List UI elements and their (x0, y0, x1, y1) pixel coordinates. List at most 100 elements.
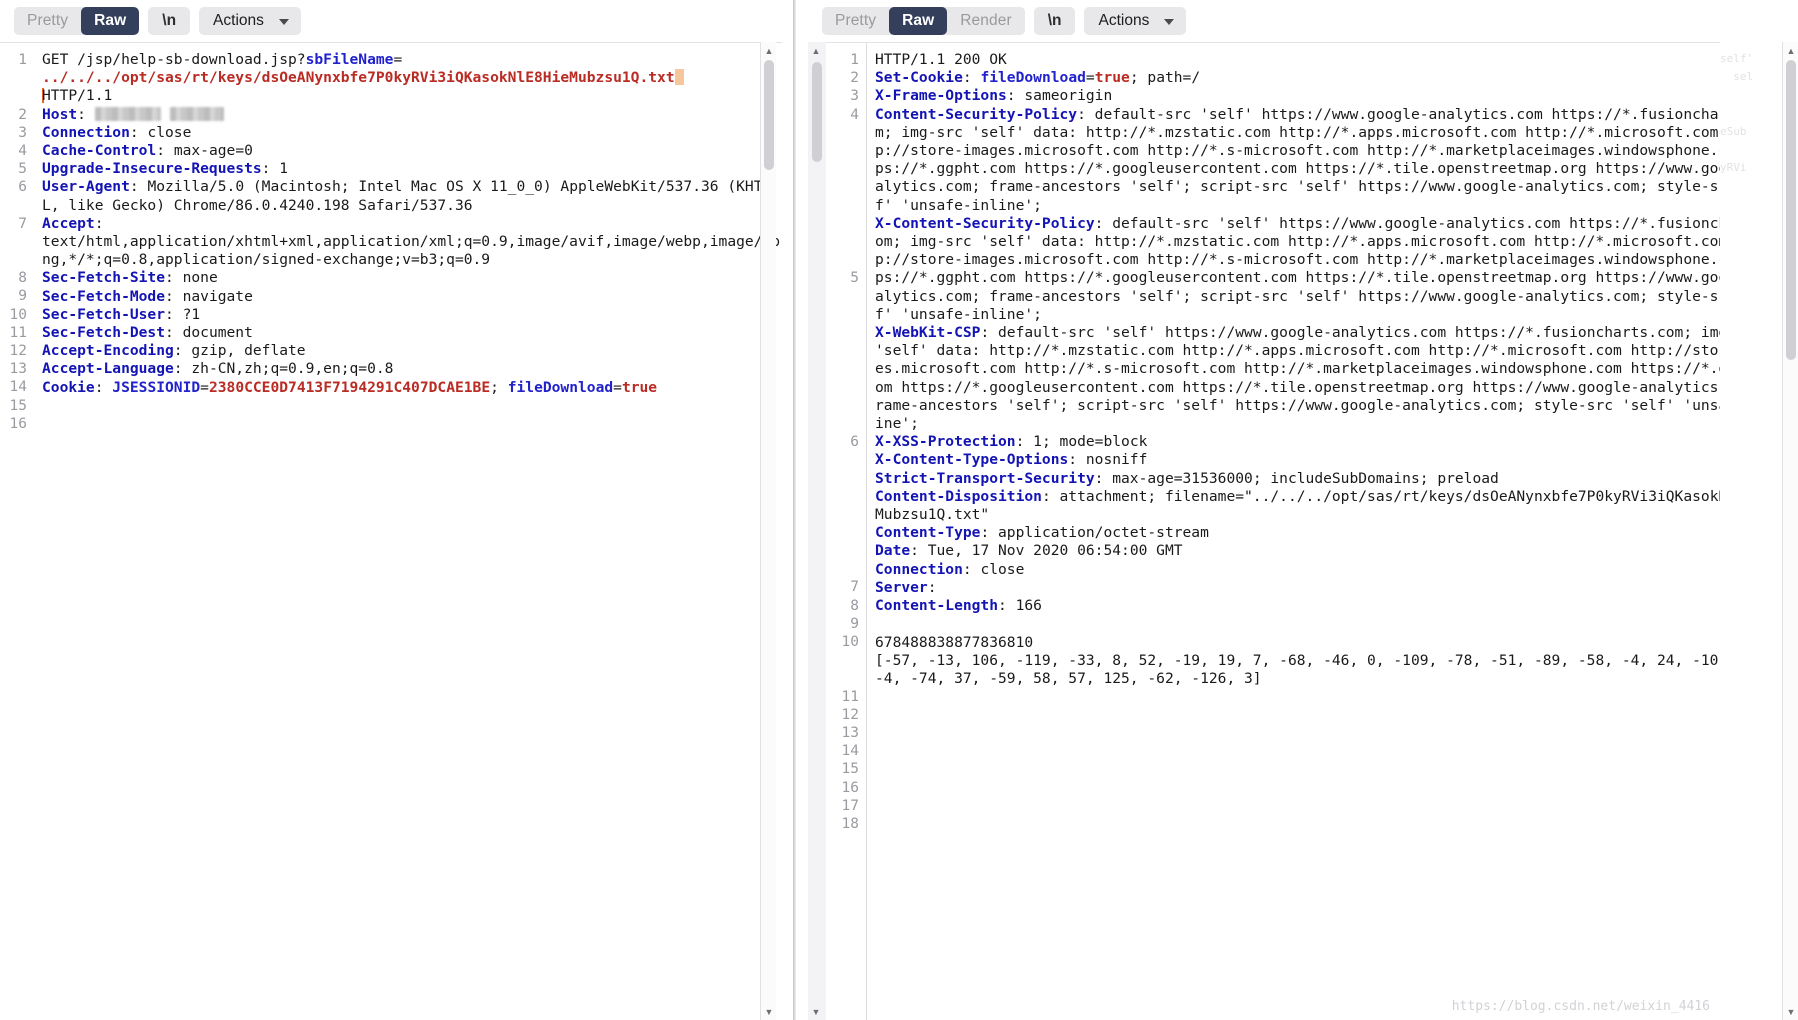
request-line-6: User-Agent: Mozilla/5.0 (Macintosh; Inte… (42, 178, 772, 214)
request-view-mode-group[interactable]: Pretty Raw (14, 7, 140, 35)
request-line-10: Sec-Fetch-User: ?1 (42, 305, 201, 323)
response-line-10: Content-Disposition: attachment; filenam… (875, 487, 1780, 524)
line-number: 7 (850, 579, 859, 596)
header-name: Sec-Fetch-Dest (42, 324, 166, 342)
header-value: nosniff (1085, 451, 1148, 469)
line-number: 1 (18, 52, 27, 68)
response-editor[interactable]: 1 2 3 4 5 6 7 8 9 10 11 12 13 14 15 16 1… (826, 42, 1782, 1020)
response-line-14: Server: (875, 578, 937, 596)
request-vertical-scrollbar[interactable]: ▲ ▼ (760, 42, 776, 1020)
line-number: 14 (841, 743, 859, 760)
header-name: User-Agent (42, 178, 130, 196)
header-name: Sec-Fetch-Mode (42, 287, 166, 305)
request-panel: Pretty Raw \n Actions 1 2 3 4 5 6 7 8 9 … (0, 0, 782, 1020)
line-number: 5 (850, 270, 859, 287)
scroll-up-arrow-icon[interactable]: ▲ (761, 42, 777, 59)
response-left-scrollbar[interactable]: ▲ ▼ (808, 42, 826, 1020)
header-value: text/html,application/xhtml+xml,applicat… (42, 233, 781, 269)
scroll-up-arrow-icon[interactable]: ▲ (1783, 42, 1798, 59)
header-value: 1 (279, 160, 289, 178)
scroll-down-arrow-icon[interactable]: ▼ (761, 1003, 777, 1020)
status-line: HTTP/1.1 200 OK (875, 51, 1007, 68)
request-line-2: Host: (42, 106, 782, 124)
response-actions-button[interactable]: Actions (1084, 7, 1187, 35)
response-tab-pretty[interactable]: Pretty (822, 7, 890, 35)
header-name: Sec-Fetch-User (42, 305, 166, 323)
scroll-down-arrow-icon[interactable]: ▼ (808, 1003, 824, 1020)
line-number: 4 (18, 142, 27, 159)
response-newline-button[interactable]: \n (1033, 7, 1076, 35)
header-value: sameorigin (1024, 87, 1113, 105)
line-number: 9 (18, 288, 27, 305)
request-body-text[interactable]: GET /jsp/help-sb-download.jsp?sbFileName… (34, 43, 782, 1020)
request-actions-label: Actions (213, 12, 264, 29)
line-number: 8 (850, 597, 859, 614)
panel-splitter[interactable] (782, 0, 808, 1020)
response-actions-label: Actions (1098, 12, 1150, 29)
line-number: 14 (9, 379, 27, 396)
header-value: max-age=31536000; includeSubDomains; pre… (1112, 469, 1499, 487)
request-line-8: Sec-Fetch-Site: none (42, 269, 218, 287)
line-number: 11 (9, 324, 27, 341)
response-tab-raw[interactable]: Raw (889, 7, 948, 35)
request-line-12: Accept-Encoding: gzip, deflate (42, 342, 306, 360)
header-name: Cookie (42, 378, 95, 396)
scrollbar-thumb[interactable] (1786, 60, 1796, 360)
request-toolbar: Pretty Raw \n Actions (0, 0, 782, 42)
cookie-value: 2380CCE0D7413F7194291C407DCAE1BE (208, 378, 491, 396)
line-number: 2 (850, 70, 859, 87)
line-number: 4 (850, 106, 859, 123)
body-line-2: [-57, -13, 106, -119, -33, 8, 52, -19, 1… (875, 651, 1780, 687)
response-line-16 (875, 615, 1782, 633)
line-number: 7 (18, 215, 27, 232)
request-query-param-name: sbFileName (305, 51, 394, 68)
watermark-text: https://blog.csdn.net/weixin_4416 (1451, 999, 1710, 1014)
response-line-5: X-Content-Security-Policy: default-src '… (875, 214, 1780, 323)
scrollbar-thumb[interactable] (764, 60, 774, 170)
header-value: Mozilla/5.0 (Macintosh; Intel Mac OS X 1… (42, 178, 772, 214)
request-editor[interactable]: 1 2 3 4 5 6 7 8 9 10 11 12 13 14 15 16 G… (0, 42, 782, 1020)
cookie-attrs: ; path=/ (1129, 69, 1201, 87)
header-value: default-src 'self' https://www.google-an… (875, 324, 1780, 433)
header-name: Host (42, 105, 78, 123)
response-line-6: X-WebKit-CSP: default-src 'self' https:/… (875, 324, 1780, 433)
response-tab-render[interactable]: Render (947, 7, 1025, 35)
text-cursor-highlight (674, 69, 684, 86)
header-name: X-Content-Security-Policy (875, 214, 1095, 232)
header-value: zh-CN,zh;q=0.9,en;q=0.8 (191, 360, 394, 378)
header-name: X-Content-Type-Options (875, 451, 1069, 469)
header-name: Connection (42, 123, 130, 141)
scrollbar-thumb[interactable] (812, 62, 822, 162)
header-value: 1; mode=block (1033, 433, 1148, 451)
request-line-numbers: 1 2 3 4 5 6 7 8 9 10 11 12 13 14 15 16 (0, 43, 34, 1020)
response-body-text[interactable]: HTTP/1.1 200 OK Set-Cookie: fileDownload=… (866, 43, 1782, 1020)
line-number: 2 (18, 106, 27, 123)
header-name: Accept (42, 214, 95, 232)
request-tab-pretty[interactable]: Pretty (14, 7, 82, 35)
request-actions-button[interactable]: Actions (199, 7, 301, 35)
request-method-path: GET /jsp/help-sb-download.jsp? (42, 51, 306, 68)
response-vertical-scrollbar[interactable]: ▲ ▼ (1782, 42, 1798, 1020)
request-newline-button[interactable]: \n (148, 7, 191, 35)
cookie-separator: ; (490, 378, 508, 396)
line-number: 3 (18, 124, 27, 141)
scroll-down-arrow-icon[interactable]: ▼ (1783, 1003, 1798, 1020)
request-line-3: Connection: close (42, 123, 192, 141)
response-line-12: Date: Tue, 17 Nov 2020 06:54:00 GMT (875, 542, 1183, 560)
header-value: 166 (1015, 597, 1042, 615)
redacted-host-2 (169, 106, 224, 121)
header-value: gzip, deflate (191, 342, 306, 360)
line-number: 10 (841, 634, 859, 650)
line-number: 6 (18, 179, 27, 196)
header-value: none (182, 269, 218, 287)
line-number: 17 (841, 797, 859, 814)
splitter-grip[interactable] (793, 0, 796, 1020)
scroll-up-arrow-icon[interactable]: ▲ (808, 42, 824, 59)
response-line-18: [-57, -13, 106, -119, -33, 8, 52, -19, 1… (875, 652, 1782, 688)
header-name: X-XSS-Protection (875, 433, 1016, 451)
request-tab-raw[interactable]: Raw (81, 7, 140, 35)
response-view-mode-group[interactable]: Pretty Raw Render (822, 7, 1025, 35)
header-value: max-age=0 (173, 142, 253, 160)
header-name: Server (875, 578, 928, 596)
body-line-1: 678488838877836810 (875, 633, 1034, 651)
